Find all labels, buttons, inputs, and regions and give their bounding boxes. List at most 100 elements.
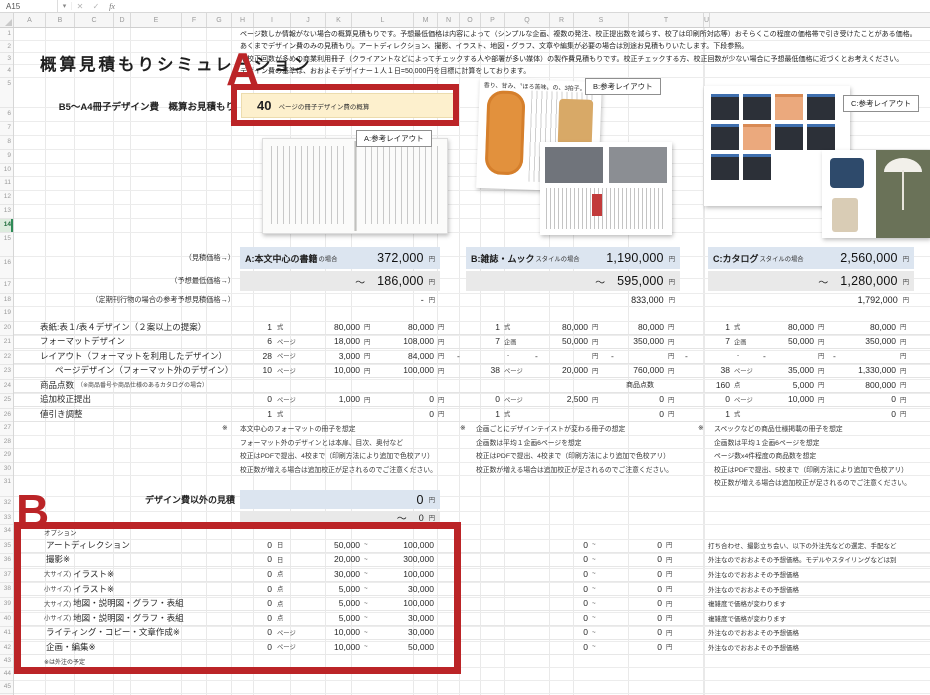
column-header[interactable]: I bbox=[254, 13, 291, 27]
row-header[interactable]: 14 bbox=[0, 219, 13, 233]
c-unit-cell[interactable]: 企画 bbox=[734, 335, 760, 349]
row-header[interactable]: 23 bbox=[0, 365, 13, 380]
item-label[interactable]: レイアウト（フォーマットを利用したデザイン） bbox=[40, 349, 230, 363]
a-unitprice-cell[interactable]: 3,000 bbox=[304, 349, 360, 363]
a-qty-cell[interactable]: 28 bbox=[240, 349, 272, 363]
row-header[interactable]: 44 bbox=[0, 668, 13, 681]
c-total-cell[interactable]: 800,000 bbox=[830, 378, 896, 392]
column-header[interactable]: K bbox=[326, 13, 352, 27]
column-header[interactable]: A bbox=[14, 13, 46, 27]
option-b-subtotal-max-cell[interactable]: 0 bbox=[610, 626, 662, 640]
section-a-note[interactable]: 校正はPDFで提出、4校まで（印刷方法により追加で色校アリ） bbox=[240, 449, 454, 463]
b-unit-cell[interactable]: ページ bbox=[504, 393, 532, 407]
c-unit-cell[interactable]: - bbox=[734, 349, 760, 363]
row-header[interactable]: 24 bbox=[0, 380, 13, 395]
option-note[interactable]: 複雑度で価格が変わります bbox=[708, 611, 928, 625]
column-header[interactable]: O bbox=[460, 13, 481, 27]
minimum-price-label[interactable]: （予想最低価格→） bbox=[14, 270, 235, 292]
c-qty-cell[interactable]: - bbox=[682, 349, 730, 363]
row-header[interactable]: 41 bbox=[0, 627, 13, 642]
other-estimate-value[interactable]: 0 bbox=[417, 493, 424, 507]
a-total-cell[interactable]: 100,000 bbox=[378, 364, 434, 378]
c-qty-cell[interactable]: 0 bbox=[682, 393, 730, 407]
c-unit-cell[interactable]: 式 bbox=[734, 407, 760, 421]
section-a-periodical[interactable]: - bbox=[421, 295, 424, 305]
b-qty-cell[interactable]: - bbox=[454, 349, 500, 363]
row-header[interactable]: 2 bbox=[0, 41, 13, 53]
a-total-cell[interactable]: 108,000 bbox=[378, 335, 434, 349]
c-pre-label[interactable] bbox=[626, 320, 676, 334]
row-header[interactable]: 30 bbox=[0, 463, 13, 477]
column-header[interactable]: C bbox=[75, 13, 114, 27]
section-c-note[interactable]: ページ数x4件程度の商品数を想定 bbox=[714, 449, 930, 463]
option-b-subtotal-max-cell[interactable]: 0 bbox=[610, 567, 662, 581]
row-header[interactable]: 22 bbox=[0, 351, 13, 366]
section-c-note[interactable]: スペックなどの商品仕様掲載の冊子を想定 bbox=[714, 422, 930, 436]
column-header[interactable]: D bbox=[114, 13, 131, 27]
confirm-icon[interactable]: ✓ bbox=[88, 2, 104, 11]
a-unitprice-cell[interactable]: 18,000 bbox=[304, 335, 360, 349]
layout-c-label[interactable]: C:参考レイアウト bbox=[843, 95, 919, 112]
row-header[interactable]: 19 bbox=[0, 307, 13, 322]
option-b-subtotal-max-cell[interactable]: 0 bbox=[610, 596, 662, 610]
c-unit-cell[interactable]: ページ bbox=[734, 393, 760, 407]
a-unitprice-cell[interactable]: 80,000 bbox=[304, 320, 360, 334]
option-note[interactable]: 複雑度で価格が変わります bbox=[708, 596, 928, 610]
cancel-icon[interactable]: ✕ bbox=[72, 2, 88, 11]
row-header[interactable]: 32 bbox=[0, 497, 13, 512]
c-total-cell[interactable]: 0 bbox=[830, 407, 896, 421]
item-label[interactable]: フォーマットデザイン bbox=[40, 335, 128, 349]
section-b-note[interactable]: 企画ごとにデザインテイストが変わる冊子の想定 bbox=[476, 422, 678, 436]
b-qty-cell[interactable]: 1 bbox=[454, 407, 500, 421]
a-qty-cell[interactable] bbox=[240, 378, 272, 392]
option-b-subtotal-cell[interactable]: 0 bbox=[532, 567, 588, 581]
option-b-subtotal-cell[interactable]: 0 bbox=[532, 538, 588, 552]
b-unit-cell[interactable]: 式 bbox=[504, 407, 532, 421]
function-icon[interactable]: fx bbox=[104, 2, 120, 11]
item-label[interactable]: 商品点数（※商品番号や商品仕様のあるカタログの場合） bbox=[40, 378, 208, 392]
a-unit-cell[interactable]: ページ bbox=[277, 393, 307, 407]
c-total-cell[interactable]: 350,000 bbox=[830, 335, 896, 349]
option-b-subtotal-cell[interactable]: 0 bbox=[532, 640, 588, 654]
a-unit-cell[interactable]: ページ bbox=[277, 349, 307, 363]
b-unitprice-cell[interactable]: 20,000 bbox=[532, 364, 588, 378]
b-qty-cell[interactable]: 0 bbox=[454, 393, 500, 407]
a-total-cell[interactable] bbox=[378, 378, 434, 392]
row-header[interactable]: 3 bbox=[0, 53, 13, 65]
option-b-subtotal-cell[interactable]: 0 bbox=[532, 611, 588, 625]
a-total-cell[interactable]: 84,000 bbox=[378, 349, 434, 363]
section-b-estimate-cell[interactable]: B:雑誌・ムックスタイルの場合 1,190,000円 bbox=[466, 247, 680, 269]
c-unitprice-cell[interactable]: 10,000 bbox=[760, 393, 814, 407]
c-unitprice-cell[interactable] bbox=[760, 407, 814, 421]
c-total-cell[interactable]: 80,000 bbox=[830, 320, 896, 334]
option-note[interactable]: 打ち合わせ、撮影立ち会い、以下の外注先などの選定、手配など bbox=[708, 538, 928, 552]
c-unitprice-cell[interactable]: - bbox=[760, 349, 814, 363]
option-b-subtotal-cell[interactable]: 0 bbox=[532, 582, 588, 596]
c-qty-cell[interactable]: 160 bbox=[682, 378, 730, 392]
section-b-note[interactable]: 企画数は平均１企画6ページを想定 bbox=[476, 435, 678, 449]
select-all-corner[interactable] bbox=[0, 13, 14, 27]
estimate-row-label[interactable]: B5〜A4冊子デザイン費 概算お見積もり bbox=[14, 91, 235, 121]
a-unit-cell[interactable]: ページ bbox=[277, 335, 307, 349]
row-header[interactable]: 7 bbox=[0, 122, 13, 136]
layout-b-label[interactable]: B:参考レイアウト bbox=[585, 78, 661, 95]
option-note[interactable]: 外注なのでおおよその予想価格 bbox=[708, 626, 928, 640]
section-c-estimate-cell[interactable]: C:カタログスタイルの場合 2,560,000円 bbox=[708, 247, 914, 269]
c-qty-cell[interactable]: 1 bbox=[682, 407, 730, 421]
b-unit-cell[interactable]: ページ bbox=[504, 364, 532, 378]
a-total-cell[interactable]: 0 bbox=[378, 407, 434, 421]
section-b-estimate[interactable]: 1,190,000 bbox=[606, 251, 663, 265]
c-unitprice-cell[interactable]: 5,000 bbox=[760, 378, 814, 392]
option-b-subtotal-max-cell[interactable]: 0 bbox=[610, 553, 662, 567]
c-pre-label[interactable]: 商品点数 bbox=[626, 378, 676, 392]
row-header[interactable]: 42 bbox=[0, 642, 13, 655]
c-pre-label[interactable] bbox=[626, 335, 676, 349]
c-total-cell[interactable]: - bbox=[830, 349, 896, 363]
b-unitprice-cell[interactable]: - bbox=[532, 349, 588, 363]
row-header[interactable]: 21 bbox=[0, 336, 13, 351]
row-header[interactable]: 16 bbox=[0, 257, 13, 279]
a-unit-cell[interactable]: 式 bbox=[277, 407, 307, 421]
a-unit-cell[interactable]: 式 bbox=[277, 320, 307, 334]
intro-line[interactable]: ページ数しか情報がない場合の概算見積もりです。予想最低価格は内容によって（シンプ… bbox=[14, 29, 930, 41]
section-a-estimate-cell[interactable]: A:本文中心の書籍の場合 372,000円 bbox=[240, 247, 440, 269]
